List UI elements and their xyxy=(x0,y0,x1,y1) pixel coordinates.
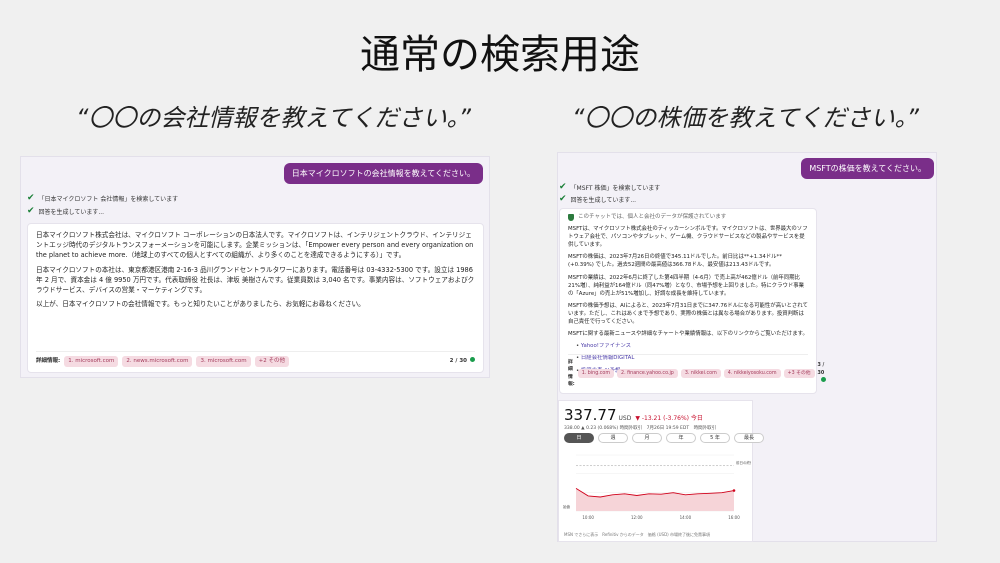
x-tick-label: 12:00 xyxy=(631,515,643,520)
generate-status: ✔ 回答を生成しています... xyxy=(27,206,105,217)
answer-paragraph: 日本マイクロソフト株式会社は、マイクロソフト コーポレーションの日本法人です。マ… xyxy=(36,231,474,260)
range-button[interactable]: 5 年 xyxy=(700,433,730,443)
company-info-chat-panel: 日本マイクロソフトの会社情報を教えてください。 ✔ 「日本マイクロソフト 会社情… xyxy=(20,156,490,378)
range-selector: 日週月年 5 年最長 xyxy=(564,433,764,443)
reference-link[interactable]: 3. microsoft.com xyxy=(196,356,251,367)
after-hours-info: 338.00 ▲ 0.23 (0.068%) 時間外取引 7月26日 19:59… xyxy=(564,426,717,431)
price-line-chart: 前日の終値 351 始値 10:00 12:00 14:00 16:00 xyxy=(563,454,751,520)
checkmark-icon: ✔ xyxy=(559,182,567,192)
checkmark-icon: ✔ xyxy=(27,193,35,203)
right-caption: “〇〇の株価を教えてください。” xyxy=(572,104,919,132)
answer-paragraph: 以上が、日本マイクロソフトの会社情報です。もっと知りたいことがありましたら、お気… xyxy=(36,300,365,309)
turn-counter: 3 / 30 xyxy=(818,362,826,385)
refs-label: 詳細情報: xyxy=(568,360,575,387)
more-references-link[interactable]: +2 その他 xyxy=(254,356,289,367)
left-caption: “〇〇の会社情報を教えてください。” xyxy=(76,104,471,132)
answer-paragraph: MSFTの株価予想は、AIによると、2023年7月31日までに347.76ドルに… xyxy=(568,302,808,326)
range-button[interactable]: 週 xyxy=(598,433,628,443)
search-status-text: 「MSFT 株価」を検索しています xyxy=(570,185,661,192)
user-message-bubble: 日本マイクロソフトの会社情報を教えてください。 xyxy=(283,163,483,184)
answer-paragraph: 日本マイクロソフトの本社は、東京都港区港南 2-16-3 品川グランドセントラル… xyxy=(36,265,475,295)
turn-counter: 2 / 30 xyxy=(450,357,475,366)
slide-title: 通常の検索用途 xyxy=(360,32,640,78)
search-status-text: 「日本マイクロソフト 会社情報」を検索しています xyxy=(38,196,179,203)
x-tick-label: 10:00 xyxy=(582,515,594,520)
range-button[interactable]: 最長 xyxy=(734,433,764,443)
generate-status-text: 回答を生成しています... xyxy=(570,197,637,204)
reference-link[interactable]: 2. news.microsoft.com xyxy=(122,356,193,367)
reference-link[interactable]: 1. microsoft.com xyxy=(64,356,119,367)
shield-icon xyxy=(568,213,574,221)
open-label: 始値 xyxy=(563,504,571,509)
x-tick-label: 16:00 xyxy=(728,515,740,520)
answer-paragraph: MSFTは、マイクロソフト株式会社のティッカーシンボルです。マイクロソフトは、世… xyxy=(568,226,808,249)
generate-status-text: 回答を生成しています... xyxy=(38,209,105,216)
reference-bar: 詳細情報: 1. microsoft.com 2. news.microsoft… xyxy=(36,351,475,367)
price-change: ▼ -13.21 (-3.76%) 今日 xyxy=(635,415,703,422)
range-button[interactable]: 月 xyxy=(632,433,662,443)
generate-status: ✔ 回答を生成しています... xyxy=(559,194,637,205)
answer-paragraph: MSFTの業績は、2022年6月に終了した第4四半期（4-6月）で売上高が462… xyxy=(568,274,805,297)
range-button[interactable]: 年 xyxy=(666,433,696,443)
more-references-link[interactable]: +3 その他 xyxy=(783,369,815,379)
reference-bar: 詳細情報: 1. bing.com 2. finance.yahoo.co.jp… xyxy=(568,354,826,388)
answer-paragraph: MSFTの株価は、2023年7月26日の終値で345.11ドルでした。前日比は*… xyxy=(568,254,782,269)
privacy-notice-text: このチャットでは、個人と会社のデータが保護されています xyxy=(578,214,727,220)
privacy-notice: このチャットでは、個人と会社のデータが保護されています xyxy=(568,213,726,221)
turn-counter-text: 3 / 30 xyxy=(817,363,825,376)
price-area xyxy=(576,488,734,511)
status-dot-icon xyxy=(820,376,826,382)
turn-counter-text: 2 / 30 xyxy=(449,358,467,365)
chart-footer: MSN でさらに表示 Refinitiv からのデータ 価格 (USD) 市場終… xyxy=(564,532,711,537)
previous-close-label: 前日の終値 351 xyxy=(736,460,751,465)
checkmark-icon: ✔ xyxy=(27,206,35,216)
reference-link[interactable]: 2. finance.yahoo.co.jp xyxy=(617,369,678,379)
stock-price: 337.77 USD ▼ -13.21 (-3.76%) 今日 xyxy=(564,406,703,424)
stock-quote-card: 337.77 USD ▼ -13.21 (-3.76%) 今日 338.00 ▲ 0… xyxy=(558,400,764,542)
reference-link[interactable]: 4. nikkeiyosoku.com xyxy=(723,369,781,379)
status-dot-icon xyxy=(470,357,475,363)
refs-label: 詳細情報: xyxy=(36,358,61,365)
user-message-bubble: MSFTの株価を教えてください。 xyxy=(801,158,934,179)
x-tick-label: 14:00 xyxy=(680,515,692,520)
answer-card: 日本マイクロソフト株式会社は、マイクロソフト コーポレーションの日本法人です。マ… xyxy=(27,223,484,373)
last-price-marker xyxy=(732,489,736,492)
checkmark-icon: ✔ xyxy=(559,194,567,204)
range-button[interactable]: 日 xyxy=(564,433,594,443)
finance-link[interactable]: Yahoo!ファイナンス xyxy=(576,342,808,350)
answer-card: このチャットでは、個人と会社のデータが保護されています MSFTは、マイクロソフ… xyxy=(559,208,826,394)
reference-link[interactable]: 3. nikkei.com xyxy=(680,369,721,379)
currency-label: USD xyxy=(618,415,632,422)
search-status: ✔ 「MSFT 株価」を検索しています xyxy=(559,182,661,193)
search-status: ✔ 「日本マイクロソフト 会社情報」を検索しています xyxy=(27,193,179,204)
price-value: 337.77 xyxy=(564,406,617,424)
reference-link[interactable]: 1. bing.com xyxy=(577,369,615,379)
answer-paragraph: MSFTに関する最新ニュースや詳細なチャートや業績情報は、以下のリンクからご覧い… xyxy=(568,331,808,338)
